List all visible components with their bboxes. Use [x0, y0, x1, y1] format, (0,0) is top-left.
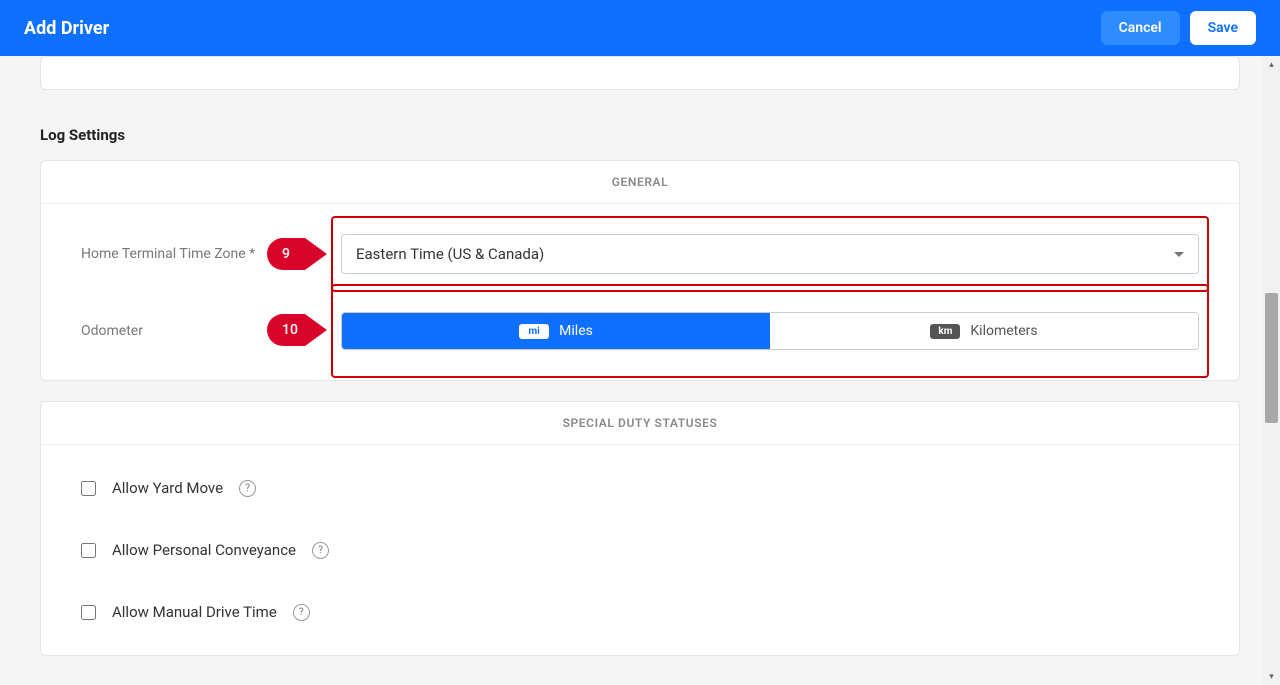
general-card-header: GENERAL	[41, 161, 1239, 204]
vertical-scrollbar: ▴ ▾	[1263, 56, 1280, 685]
help-icon[interactable]: ?	[239, 480, 256, 497]
timezone-control-wrap: 9 Eastern Time (US & Canada)	[341, 234, 1199, 274]
timezone-row: Home Terminal Time Zone * 9 Eastern Time…	[81, 234, 1199, 274]
manual-drive-checkbox[interactable]	[81, 605, 96, 620]
content-area: Log Settings GENERAL Home Terminal Time …	[0, 56, 1280, 685]
odometer-row: Odometer 10 mi Miles	[81, 312, 1199, 350]
page-title: Add Driver	[24, 18, 109, 39]
timezone-value: Eastern Time (US & Canada)	[356, 245, 544, 263]
scroll-track[interactable]	[1263, 73, 1280, 668]
annotation-marker-9: 9	[267, 238, 327, 270]
odometer-segmented: mi Miles km Kilometers	[341, 312, 1199, 350]
odometer-miles-option[interactable]: mi Miles	[342, 313, 770, 349]
help-icon[interactable]: ?	[293, 604, 310, 621]
help-icon[interactable]: ?	[312, 542, 329, 559]
special-duty-card: SPECIAL DUTY STATUSES Allow Yard Move ? …	[40, 401, 1240, 656]
scroll-down-arrow-icon[interactable]: ▾	[1263, 668, 1280, 685]
timezone-select[interactable]: Eastern Time (US & Canada)	[341, 234, 1199, 274]
previous-card-bottom	[40, 56, 1240, 90]
personal-conveyance-label: Allow Personal Conveyance	[112, 541, 296, 559]
miles-badge: mi	[519, 324, 549, 339]
special-duty-header: SPECIAL DUTY STATUSES	[41, 402, 1239, 445]
odometer-control-wrap: 10 mi Miles km Kilometers	[341, 312, 1199, 350]
scroll-thumb[interactable]	[1265, 293, 1278, 423]
annotation-marker-10: 10	[267, 314, 327, 346]
manual-drive-row: Allow Manual Drive Time ?	[81, 581, 1199, 643]
header-bar: Add Driver Cancel Save	[0, 0, 1280, 56]
personal-conveyance-checkbox[interactable]	[81, 543, 96, 558]
personal-conveyance-row: Allow Personal Conveyance ?	[81, 519, 1199, 581]
manual-drive-label: Allow Manual Drive Time	[112, 603, 277, 621]
miles-label: Miles	[559, 323, 593, 339]
km-label: Kilometers	[970, 323, 1037, 339]
general-card: GENERAL Home Terminal Time Zone * 9 East…	[40, 160, 1240, 381]
yard-move-checkbox[interactable]	[81, 481, 96, 496]
log-settings-title: Log Settings	[40, 126, 1240, 144]
general-card-body: Home Terminal Time Zone * 9 Eastern Time…	[41, 204, 1239, 380]
scroll-up-arrow-icon[interactable]: ▴	[1263, 56, 1280, 73]
cancel-button[interactable]: Cancel	[1101, 11, 1180, 45]
yard-move-label: Allow Yard Move	[112, 479, 223, 497]
save-button[interactable]: Save	[1190, 11, 1256, 45]
header-actions: Cancel Save	[1101, 11, 1256, 45]
special-duty-body: Allow Yard Move ? Allow Personal Conveya…	[41, 445, 1239, 655]
annotation-9-text: 9	[282, 246, 290, 262]
km-badge: km	[930, 324, 960, 339]
chevron-down-icon	[1174, 252, 1184, 257]
yard-move-row: Allow Yard Move ?	[81, 457, 1199, 519]
odometer-km-option[interactable]: km Kilometers	[770, 313, 1198, 349]
annotation-10-text: 10	[282, 322, 298, 338]
